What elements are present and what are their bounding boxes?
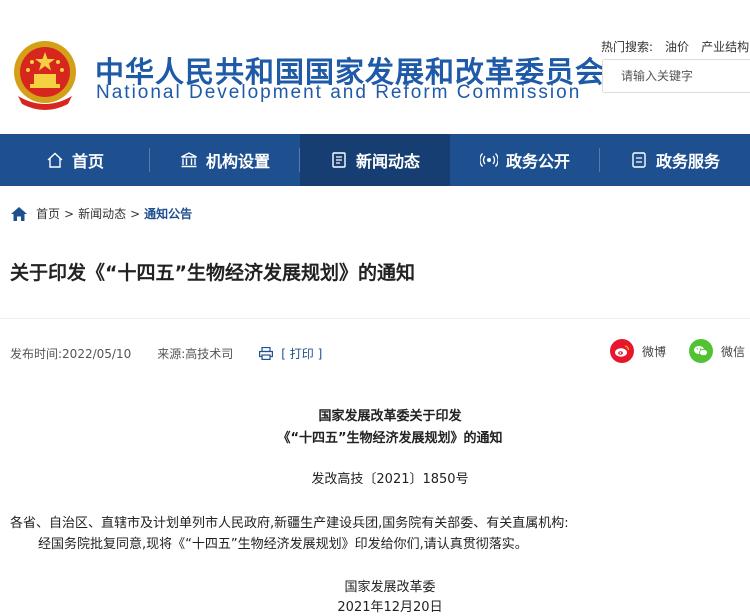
document-number: 发改高技〔2021〕1850号 <box>311 472 469 487</box>
print-label: [ 打印 ] <box>281 347 323 361</box>
weibo-label: 微博 <box>642 344 667 359</box>
site-header: 中华人民共和国国家发展和改革委员会 National Development a… <box>0 0 750 134</box>
article-title: 关于印发《“十四五”生物经济发展规划》的通知 <box>10 262 415 284</box>
article-source: 来源:高技术司 <box>157 347 234 361</box>
article-meta: 发布时间:2022/05/10 来源:高技术司 [ 打印 ] <box>10 345 322 362</box>
nav-item-services[interactable]: 政务服务 <box>600 134 750 186</box>
publish-time: 发布时间:2022/05/10 <box>10 347 132 361</box>
weibo-icon <box>610 339 634 363</box>
nav-item-news[interactable]: 新闻动态 <box>300 134 450 186</box>
document-recipients: 各省、自治区、直辖市及计划单列市人民政府,新疆生产建设兵团,国务院有关部委、有关… <box>10 516 569 531</box>
nav-item-institutions[interactable]: 机构设置 <box>150 134 300 186</box>
breadcrumb-item-notices[interactable]: 通知公告 <box>144 205 192 222</box>
breadcrumb: 首页 > 新闻动态 > 通知公告 <box>10 205 192 222</box>
nav-item-label: 机构设置 <box>205 152 270 171</box>
home-outline-icon <box>47 152 63 168</box>
search-input[interactable]: 请输入关键字 <box>602 59 750 93</box>
print-button[interactable]: [ 打印 ] <box>259 345 322 362</box>
divider <box>0 318 750 319</box>
document-heading-line-2: 《“十四五”生物经济发展规划》的通知 <box>277 431 503 446</box>
service-document-icon <box>632 152 646 168</box>
document-body: 经国务院批复同意,现将《“十四五”生物经济发展规划》印发给你们,请认真贯彻落实。 <box>38 537 528 552</box>
nav-item-label: 新闻动态 <box>355 152 420 171</box>
printer-icon <box>259 347 274 360</box>
share-weibo-button[interactable]: 微博 <box>610 339 666 363</box>
nav-item-label: 政务公开 <box>505 152 570 171</box>
document-heading-line-1: 国家发展改革委关于印发 <box>318 409 462 424</box>
document-signature: 国家发展改革委 <box>344 580 436 595</box>
nav-item-label: 政务服务 <box>655 152 720 171</box>
nav-item-home[interactable]: 首页 <box>0 134 150 186</box>
hot-search-item[interactable]: 产业结构 <box>701 40 749 54</box>
nav-item-government-affairs[interactable]: 政务公开 <box>450 134 600 186</box>
wechat-icon <box>689 339 713 363</box>
main-nav: 首页 机构设置 新闻动态 政务公开 政务服务 <box>0 134 750 186</box>
hot-search-item[interactable]: 油价 <box>665 40 689 54</box>
broadcast-icon <box>479 153 498 167</box>
hot-search: 热门搜索: 油价 产业结构 <box>601 38 750 55</box>
breadcrumb-separator: > <box>64 206 75 221</box>
hot-search-label: 热门搜索: <box>601 40 654 54</box>
nav-item-label: 首页 <box>71 152 104 171</box>
document-date: 2021年12月20日 <box>337 600 443 615</box>
institution-building-icon <box>181 152 197 168</box>
share-wechat-button[interactable]: 微信 <box>689 339 745 363</box>
breadcrumb-item-home[interactable]: 首页 <box>36 205 60 222</box>
breadcrumb-separator: > <box>130 206 141 221</box>
news-document-icon <box>332 152 346 168</box>
site-title-english[interactable]: National Development and Reform Commissi… <box>96 82 581 104</box>
breadcrumb-item-news[interactable]: 新闻动态 <box>78 205 126 222</box>
home-icon[interactable] <box>10 206 28 222</box>
wechat-label: 微信 <box>721 344 746 359</box>
national-emblem-logo[interactable] <box>10 38 80 110</box>
